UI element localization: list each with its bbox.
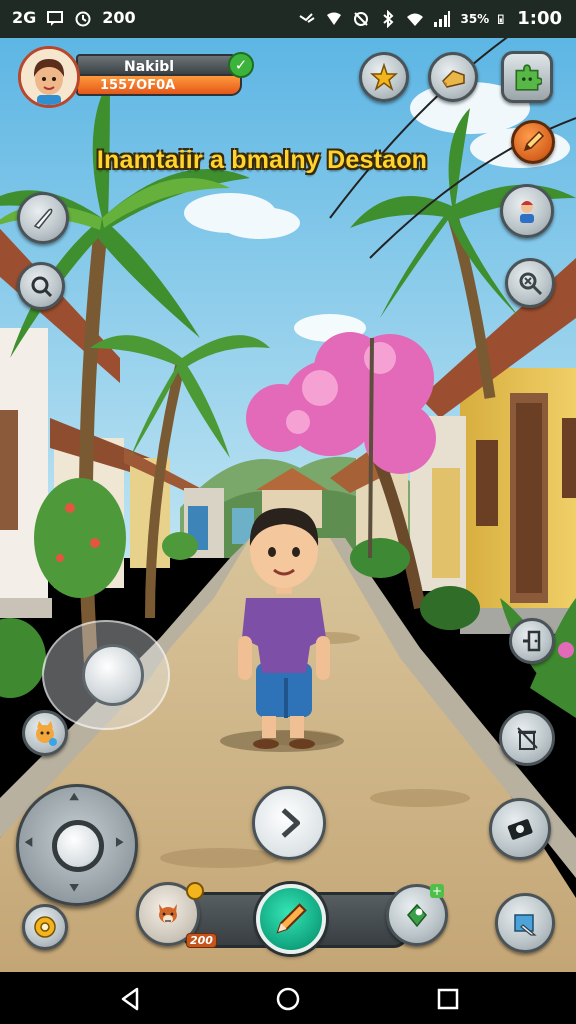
camera-joystick[interactable] bbox=[42, 620, 170, 730]
battery-icon bbox=[498, 14, 504, 24]
star-fruit-button[interactable] bbox=[359, 52, 409, 102]
message-icon bbox=[47, 10, 64, 26]
pencil-icon bbox=[276, 903, 307, 934]
pet-button[interactable] bbox=[22, 710, 68, 756]
camera-joystick-knob[interactable] bbox=[82, 644, 144, 706]
objective-banner: Inamtaiir a bmalny Destaon bbox=[96, 146, 428, 174]
trash-icon bbox=[517, 727, 538, 750]
map-icon bbox=[514, 914, 537, 936]
back-icon[interactable] bbox=[116, 984, 146, 1014]
knife-tool-button[interactable] bbox=[17, 192, 69, 244]
main-action-button[interactable] bbox=[256, 884, 326, 954]
player-avatar[interactable] bbox=[18, 46, 80, 108]
camera-icon bbox=[507, 819, 533, 840]
location-icon bbox=[327, 12, 342, 25]
status-count-label: 200 bbox=[102, 8, 136, 27]
door-button[interactable] bbox=[509, 618, 555, 664]
knife-icon bbox=[33, 208, 53, 229]
movement-joystick[interactable] bbox=[16, 784, 138, 906]
search-icon bbox=[31, 276, 53, 298]
inspect-button[interactable] bbox=[505, 258, 555, 308]
puzzle-button[interactable] bbox=[501, 51, 553, 103]
wifi-icon bbox=[407, 13, 424, 26]
home-icon[interactable] bbox=[273, 984, 303, 1014]
player-card[interactable]: Nakibl 1557OF0A ✓ bbox=[18, 46, 254, 110]
trash-button[interactable] bbox=[499, 710, 555, 766]
settings-icon bbox=[34, 916, 56, 938]
map-button[interactable] bbox=[495, 893, 555, 953]
bluetooth-icon bbox=[383, 9, 394, 28]
star-fruit-icon bbox=[370, 63, 398, 91]
verified-check-icon: ✓ bbox=[228, 52, 254, 78]
pet-icon bbox=[36, 721, 57, 746]
avatar-face-icon bbox=[21, 49, 77, 105]
network-type-label: 2G bbox=[12, 8, 37, 27]
pet-fox-icon bbox=[159, 904, 177, 923]
android-nav-bar bbox=[0, 972, 576, 1024]
character-icon bbox=[520, 201, 534, 223]
settings-button[interactable] bbox=[22, 904, 68, 950]
puzzle-piece-icon bbox=[515, 64, 542, 91]
pencil-icon bbox=[523, 130, 545, 152]
inspect-icon bbox=[519, 272, 543, 296]
mute-icon bbox=[354, 11, 369, 26]
player-score: 1557OF0A bbox=[76, 76, 242, 96]
game-screen: 2G 200 35% 1:00 Nakibl 1557OF0A ✓ Inamta… bbox=[0, 0, 576, 1024]
leaf-card-plus-icon: + bbox=[430, 884, 444, 898]
player-name: Nakibl bbox=[76, 54, 242, 76]
battery-percent: 35% bbox=[460, 11, 490, 26]
pet-badge-coin-icon bbox=[186, 882, 204, 900]
clock: 1:00 bbox=[517, 8, 562, 29]
food-button[interactable] bbox=[428, 52, 478, 102]
chevron-right-icon bbox=[281, 808, 301, 838]
bread-icon bbox=[442, 70, 465, 88]
pet-badge-count: 200 bbox=[186, 933, 217, 948]
camera-button[interactable] bbox=[489, 798, 551, 860]
door-icon bbox=[523, 630, 541, 652]
status-bar: 2G 200 35% 1:00 bbox=[0, 0, 576, 38]
pencil-tool-button[interactable] bbox=[511, 120, 555, 164]
alarm-icon bbox=[75, 11, 91, 26]
leaf-card-icon bbox=[407, 903, 427, 928]
cast-icon bbox=[299, 12, 316, 23]
character-button[interactable] bbox=[500, 184, 554, 238]
next-button[interactable] bbox=[252, 786, 326, 860]
recents-icon[interactable] bbox=[433, 984, 463, 1014]
movement-joystick-knob[interactable] bbox=[52, 820, 104, 872]
search-button[interactable] bbox=[17, 262, 65, 310]
signal-icon bbox=[434, 10, 451, 27]
